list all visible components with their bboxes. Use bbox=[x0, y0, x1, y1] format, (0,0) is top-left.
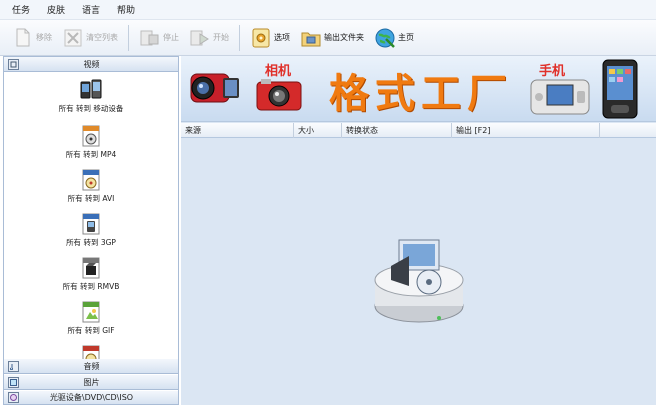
stop-icon bbox=[139, 27, 161, 49]
remove-button[interactable]: 移除 bbox=[8, 24, 56, 52]
options-icon bbox=[250, 27, 272, 49]
image-category-header[interactable]: 图片 bbox=[4, 375, 178, 390]
image-icon bbox=[8, 376, 19, 388]
format-entry-mp4[interactable]: 所有 转到 MP4 bbox=[4, 125, 178, 160]
start-button[interactable]: 开始 bbox=[185, 24, 233, 52]
rmvb-icon bbox=[80, 257, 102, 279]
clear-list-button[interactable]: 清空列表 bbox=[58, 24, 122, 52]
gif-icon bbox=[80, 301, 102, 323]
start-icon bbox=[189, 27, 211, 49]
stop-button[interactable]: 停止 bbox=[135, 24, 183, 52]
handheld-device-icon bbox=[530, 79, 590, 115]
output-folder-button[interactable]: 输出文件夹 bbox=[296, 24, 368, 52]
toolbar: 移除 清空列表 停止 开始 选项 输出文件夹 主页 bbox=[0, 20, 656, 56]
mp4-icon bbox=[80, 125, 102, 147]
camera-label: 相机 bbox=[265, 64, 292, 79]
column-source[interactable]: 来源 bbox=[181, 122, 294, 138]
3gp-icon bbox=[80, 213, 102, 235]
video-category-label: 视频 bbox=[83, 59, 100, 69]
toolbar-separator bbox=[239, 24, 240, 51]
remove-label: 移除 bbox=[36, 33, 52, 42]
camera-icon bbox=[256, 79, 302, 111]
main-panel: 相机 格式工厂 手机 来源 大小 转换状态 输出 [F2] bbox=[181, 56, 656, 405]
format-entry-avi[interactable]: 所有 转到 AVI bbox=[4, 169, 178, 204]
format-entry-label: 所有 转到 移动设备 bbox=[58, 104, 124, 113]
globe-icon bbox=[374, 27, 396, 49]
rom-category-header[interactable]: 光驱设备\DVD\CD\ISO bbox=[4, 391, 178, 405]
format-entry-label: 所有 转到 RMVB bbox=[62, 282, 120, 291]
menu-skin[interactable]: 皮肤 bbox=[47, 3, 65, 16]
home-button[interactable]: 主页 bbox=[370, 24, 418, 52]
rom-category-label: 光驱设备\DVD\CD\ISO bbox=[49, 393, 134, 402]
format-entry-mobile[interactable]: 所有 转到 移动设备 bbox=[4, 79, 178, 114]
format-entry-3gp[interactable]: 所有 转到 3GP bbox=[4, 213, 178, 248]
menu-bar: 任务 皮肤 语言 帮助 bbox=[0, 0, 656, 20]
camcorder-icon bbox=[190, 73, 239, 103]
avi-icon bbox=[80, 169, 102, 191]
task-list-header: 来源 大小 转换状态 输出 [F2] bbox=[181, 122, 656, 138]
video-format-list: 所有 转到 移动设备 所有 转到 MP4 所有 转到 AVI 所有 转到 3GP… bbox=[4, 73, 178, 369]
mobile-device-icon bbox=[80, 79, 102, 101]
format-factory-logo-icon bbox=[374, 239, 464, 323]
video-category-header[interactable]: 视频 bbox=[4, 57, 178, 72]
menu-language[interactable]: 语言 bbox=[82, 3, 100, 16]
app-title: 格式工厂 bbox=[329, 70, 513, 117]
format-entry-label: 所有 转到 MP4 bbox=[65, 150, 117, 159]
options-label: 选项 bbox=[274, 33, 290, 42]
collapse-icon bbox=[8, 58, 19, 70]
category-sidebar: 视频 所有 转到 移动设备 所有 转到 MP4 所有 转到 AVI 所有 转到 … bbox=[3, 56, 179, 405]
clear-list-label: 清空列表 bbox=[86, 33, 118, 42]
format-entry-label: 所有 转到 3GP bbox=[66, 238, 116, 247]
format-entry-label: 所有 转到 AVI bbox=[67, 194, 115, 203]
folder-icon bbox=[300, 27, 322, 49]
format-entry-rmvb[interactable]: 所有 转到 RMVB bbox=[4, 257, 178, 292]
audio-icon bbox=[8, 360, 19, 372]
audio-category-label: 音频 bbox=[83, 361, 100, 371]
smartphone-icon bbox=[602, 59, 638, 119]
column-size[interactable]: 大小 bbox=[294, 122, 342, 138]
image-category-label: 图片 bbox=[83, 377, 100, 387]
clear-icon bbox=[62, 27, 84, 49]
column-output[interactable]: 输出 [F2] bbox=[452, 122, 600, 138]
format-entry-gif[interactable]: 所有 转到 GIF bbox=[4, 301, 178, 336]
stop-label: 停止 bbox=[163, 33, 179, 42]
audio-category-header[interactable]: 音频 bbox=[4, 359, 178, 374]
format-entry-label: 所有 转到 GIF bbox=[67, 326, 115, 335]
output-folder-label: 输出文件夹 bbox=[324, 33, 364, 42]
toolbar-separator bbox=[128, 24, 129, 51]
start-label: 开始 bbox=[213, 33, 229, 42]
menu-help[interactable]: 帮助 bbox=[117, 3, 135, 16]
document-icon bbox=[12, 27, 34, 49]
menu-task[interactable]: 任务 bbox=[12, 3, 30, 16]
column-status[interactable]: 转换状态 bbox=[342, 122, 452, 138]
brand-banner: 相机 格式工厂 手机 bbox=[181, 56, 656, 122]
disc-icon bbox=[8, 392, 19, 403]
home-label: 主页 bbox=[398, 33, 414, 42]
options-button[interactable]: 选项 bbox=[246, 24, 294, 52]
